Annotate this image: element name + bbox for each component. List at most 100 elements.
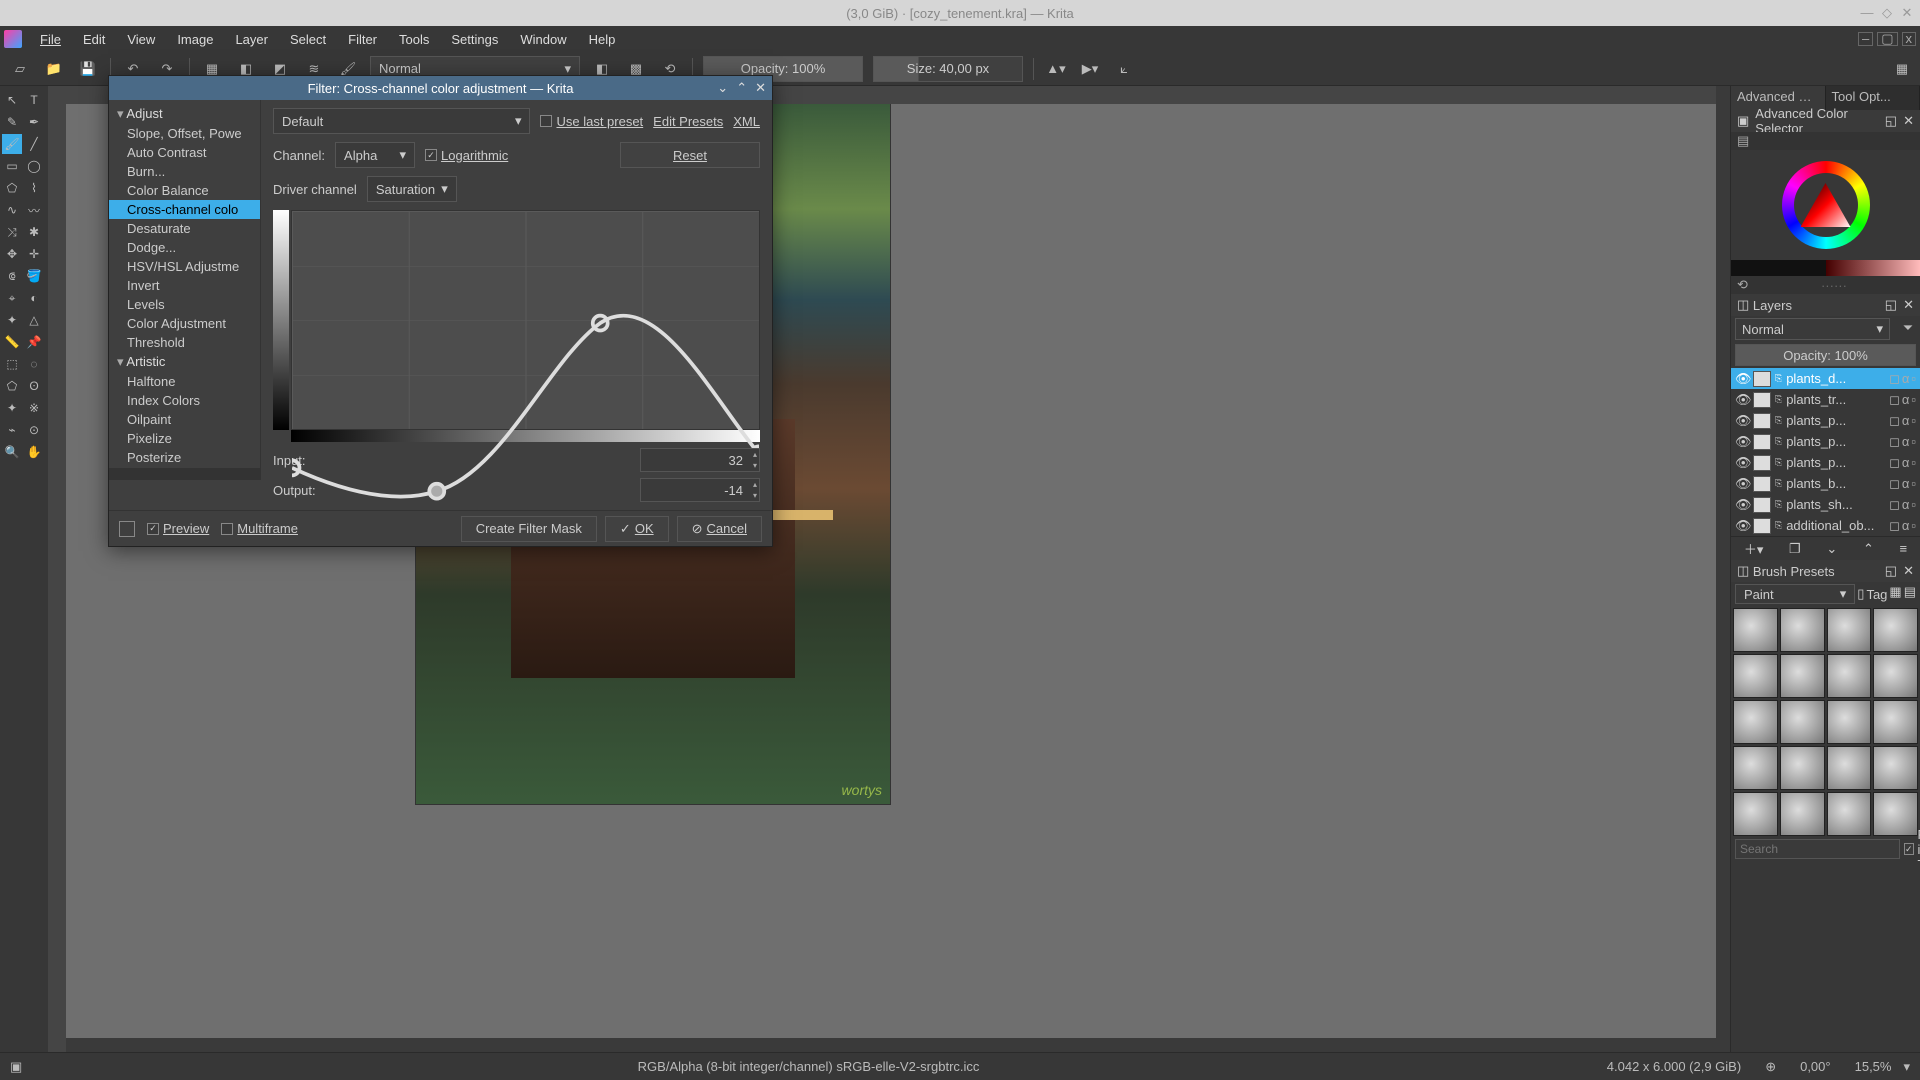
close-panel-icon[interactable]: ✕ <box>1903 563 1914 579</box>
menu-layer[interactable]: Layer <box>225 30 278 49</box>
filter-tree-item[interactable]: Threshold <box>109 333 260 352</box>
brush-preset[interactable] <box>1827 700 1872 744</box>
expand-icon[interactable]: ⌃ <box>736 80 747 96</box>
visibility-icon[interactable]: 👁 <box>1735 371 1749 387</box>
wrap-icon[interactable]: ⟀ <box>1112 57 1136 81</box>
alpha-icon[interactable]: α <box>1902 455 1910 471</box>
layer-flag-icon[interactable]: ◻ <box>1889 392 1900 408</box>
xml-link[interactable]: XML <box>733 114 760 129</box>
assist-tool-icon[interactable]: △ <box>24 310 44 330</box>
workspace-chooser-icon[interactable]: ▦ <box>1892 57 1912 81</box>
brush-tool-icon[interactable]: 🖌 <box>2 134 22 154</box>
color-history[interactable] <box>1731 260 1920 276</box>
layer-flag-icon[interactable]: ◻ <box>1889 497 1900 513</box>
brush-preset[interactable] <box>1827 654 1872 698</box>
preview-checkbox[interactable]: ✓Preview <box>147 521 209 536</box>
filter-tree[interactable]: AdjustSlope, Offset, PoweAuto ContrastBu… <box>109 100 261 480</box>
brush-preset[interactable] <box>1780 700 1825 744</box>
menu-file[interactable]: File <box>30 30 71 49</box>
filter-tree-item[interactable]: Color Adjustment <box>109 314 260 333</box>
filter-tree-item[interactable]: Halftone <box>109 372 260 391</box>
layer-row[interactable]: 👁⎘plants_p...◻α▫ <box>1731 410 1920 431</box>
ellipse-tool-icon[interactable]: ◯ <box>24 156 44 176</box>
visibility-icon[interactable]: 👁 <box>1735 413 1749 429</box>
visibility-icon[interactable]: 👁 <box>1735 392 1749 408</box>
menu-window[interactable]: Window <box>510 30 576 49</box>
tree-scrollbar[interactable] <box>109 468 260 480</box>
minimize-icon[interactable]: — <box>1860 6 1874 20</box>
brush-preset[interactable] <box>1733 700 1778 744</box>
use-last-preset-checkbox[interactable]: Use last preset <box>540 114 643 129</box>
refresh-color-icon[interactable]: ⟲ <box>1737 277 1748 293</box>
brush-preset[interactable] <box>1827 746 1872 790</box>
reset-button[interactable]: Reset <box>620 142 760 168</box>
layer-flag-icon[interactable]: ◻ <box>1889 371 1900 387</box>
brush-preset[interactable] <box>1780 792 1825 836</box>
filter-tree-item[interactable]: Oilpaint <box>109 410 260 429</box>
close-panel-icon[interactable]: ✕ <box>1903 113 1914 129</box>
visibility-icon[interactable]: 👁 <box>1735 518 1749 534</box>
layer-flag-icon[interactable]: ◻ <box>1889 518 1900 534</box>
close-icon[interactable]: ✕ <box>1900 6 1914 20</box>
filter-tree-item[interactable]: Pixelize <box>109 429 260 448</box>
brush-search-input[interactable] <box>1735 839 1900 859</box>
maximize-icon[interactable]: ◇ <box>1880 6 1894 20</box>
brush-preset[interactable] <box>1733 746 1778 790</box>
brush-preset[interactable] <box>1873 654 1918 698</box>
layer-filter-icon[interactable]: ⏷ <box>1896 316 1920 340</box>
lock-icon[interactable]: ▫ <box>1911 434 1916 450</box>
layer-props-icon[interactable]: ≡ <box>1900 541 1908 556</box>
close-panel-icon[interactable]: ✕ <box>1903 297 1914 313</box>
output-spinbox[interactable]: -14 <box>640 478 760 502</box>
picker-tool-icon[interactable]: ⌖ <box>2 288 22 308</box>
sel-magnet-icon[interactable]: ⊙ <box>24 420 44 440</box>
layer-flag-icon[interactable]: ◻ <box>1889 413 1900 429</box>
sel-rect-icon[interactable]: ⬚ <box>2 354 22 374</box>
scrollbar-vertical[interactable] <box>1716 86 1730 1052</box>
layer-blend-combo[interactable]: Normal▾ <box>1735 318 1890 340</box>
zoom-dropdown-icon[interactable]: ▾ <box>1903 1059 1910 1075</box>
alpha-icon[interactable]: α <box>1902 392 1910 408</box>
layer-flag-icon[interactable]: ◻ <box>1889 455 1900 471</box>
filter-tree-item[interactable]: Desaturate <box>109 219 260 238</box>
brush-preset[interactable] <box>1827 608 1872 652</box>
scrollbar-horizontal[interactable] <box>66 1038 1716 1052</box>
tag-button[interactable]: ▯Tag <box>1857 584 1887 604</box>
visibility-icon[interactable]: 👁 <box>1735 455 1749 471</box>
filter-tree-item[interactable]: Dodge... <box>109 238 260 257</box>
layer-row[interactable]: 👁⎘plants_sh...◻α▫ <box>1731 494 1920 515</box>
layer-row[interactable]: 👁⎘plants_tr...◻α▫ <box>1731 389 1920 410</box>
alpha-icon[interactable]: α <box>1902 476 1910 492</box>
layer-row[interactable]: 👁⎘plants_d...◻α▫ <box>1731 368 1920 389</box>
lock-icon[interactable]: ▫ <box>1911 497 1916 513</box>
menu-image[interactable]: Image <box>167 30 223 49</box>
crop-tool-icon[interactable]: ⟃ <box>2 266 22 286</box>
mirror-v-icon[interactable]: ▶▾ <box>1078 57 1102 81</box>
color-wheel[interactable] <box>1731 150 1920 260</box>
filter-tree-item[interactable]: HSV/HSL Adjustme <box>109 257 260 276</box>
lock-icon[interactable]: ▫ <box>1911 413 1916 429</box>
visibility-icon[interactable]: 👁 <box>1735 497 1749 513</box>
fill-tool-icon[interactable]: 🪣 <box>24 266 44 286</box>
layer-row[interactable]: 👁⎘plants_p...◻α▫ <box>1731 431 1920 452</box>
color-config-icon[interactable]: ▤ <box>1737 133 1749 149</box>
mdi-min-icon[interactable]: – <box>1858 32 1873 46</box>
layer-flag-icon[interactable]: ◻ <box>1889 476 1900 492</box>
move-down-icon[interactable]: ⌄ <box>1826 541 1837 557</box>
lock-icon[interactable]: ▫ <box>1911 476 1916 492</box>
zoom-value[interactable]: 15,5% <box>1843 1059 1904 1074</box>
size-slider[interactable]: Size: 40,00 px <box>873 56 1023 82</box>
alpha-icon[interactable]: α <box>1902 434 1910 450</box>
zoom-tool-icon[interactable]: 🔍 <box>2 442 22 462</box>
rotate-icon[interactable]: ⊕ <box>1753 1059 1788 1075</box>
sel-bezier-icon[interactable]: ⌁ <box>2 420 22 440</box>
gradient-tool-icon[interactable]: ◐ <box>24 288 44 308</box>
menu-filter[interactable]: Filter <box>338 30 387 49</box>
layer-row[interactable]: 👁⎘additional_ob...◻α▫ <box>1731 515 1920 536</box>
move-up-icon[interactable]: ⌃ <box>1863 541 1874 557</box>
layer-flag-icon[interactable]: ◻ <box>1889 434 1900 450</box>
multi-brush-icon[interactable]: ✱ <box>24 222 44 242</box>
brush-preset[interactable] <box>1873 746 1918 790</box>
sel-ellipse-icon[interactable]: ◌ <box>24 354 44 374</box>
filter-tree-item[interactable]: Slope, Offset, Powe <box>109 124 260 143</box>
